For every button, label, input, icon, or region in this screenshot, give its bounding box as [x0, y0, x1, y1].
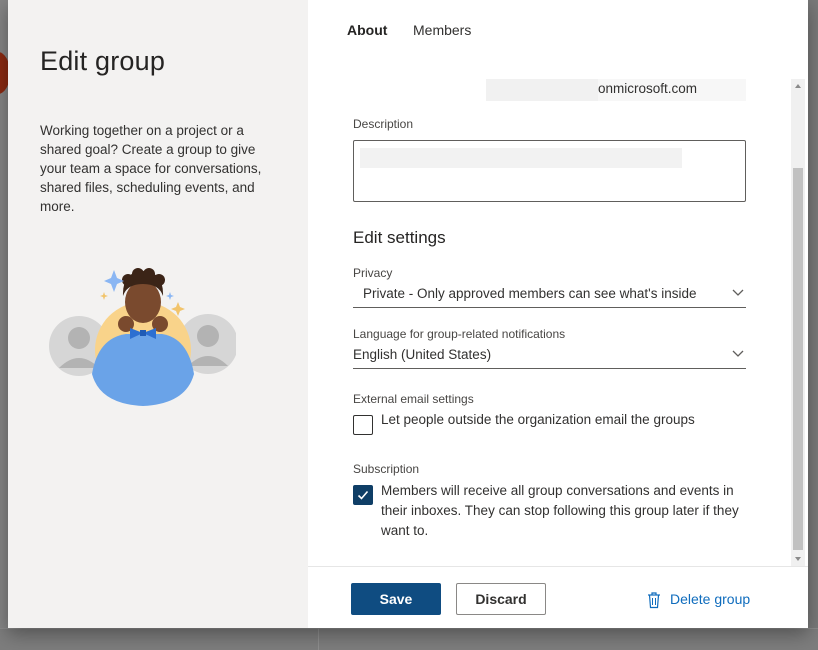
dialog-right-pane: About Members onmicrosoft.com Descriptio… [308, 0, 808, 628]
settings-scroll-area: onmicrosoft.com Description Edit setting… [308, 79, 808, 566]
external-email-label: External email settings [353, 392, 474, 406]
checkmark-icon [357, 490, 369, 500]
save-button[interactable]: Save [351, 583, 441, 615]
scroll-up-arrow-icon[interactable] [795, 84, 801, 88]
language-label: Language for group-related notifications [353, 327, 566, 341]
vertical-scrollbar[interactable] [791, 79, 805, 566]
language-dropdown[interactable]: English (United States) [353, 343, 746, 369]
scrollbar-thumb[interactable] [793, 168, 803, 550]
discard-button[interactable]: Discard [456, 583, 546, 615]
edit-settings-title: Edit settings [353, 228, 446, 247]
dialog-intro-text: Working together on a project or a share… [40, 123, 262, 214]
background-bottom-bar [0, 628, 818, 650]
redaction-smudge [486, 79, 598, 101]
dialog-left-pane: Edit group Working together on a project… [8, 0, 308, 628]
description-input[interactable] [353, 140, 746, 202]
privacy-dropdown[interactable]: Private - Only approved members can see … [353, 282, 746, 308]
dialog-footer: Save Discard Delete group [308, 566, 808, 628]
delete-group-label: Delete group [670, 591, 751, 607]
dialog-title: Edit group [40, 46, 166, 76]
background-list-strip [0, 0, 8, 650]
description-label: Description [353, 117, 414, 131]
chevron-down-icon [732, 350, 744, 357]
tab-about[interactable]: About [347, 22, 387, 38]
tab-members[interactable]: Members [413, 22, 471, 38]
privacy-label: Privacy [353, 266, 393, 280]
trash-icon [648, 592, 660, 609]
chevron-down-icon [732, 289, 744, 296]
group-email-domain: onmicrosoft.com [598, 81, 698, 96]
subscription-label: Subscription [353, 462, 420, 476]
edit-group-dialog: Edit group Working together on a project… [8, 0, 808, 628]
background-avatar [0, 52, 8, 94]
description-redacted-text [360, 148, 682, 168]
privacy-value: Private - Only approved members can see … [363, 286, 697, 301]
scroll-down-arrow-icon[interactable] [795, 557, 801, 561]
external-email-checkbox-label[interactable]: Let people outside the organization emai… [381, 410, 756, 430]
team-illustration [49, 268, 236, 406]
subscription-checkbox[interactable] [353, 485, 373, 505]
background-divider [318, 628, 319, 650]
subscription-checkbox-label[interactable]: Members will receive all group conversat… [381, 481, 756, 541]
external-email-checkbox[interactable] [353, 415, 373, 435]
language-value: English (United States) [353, 347, 492, 362]
